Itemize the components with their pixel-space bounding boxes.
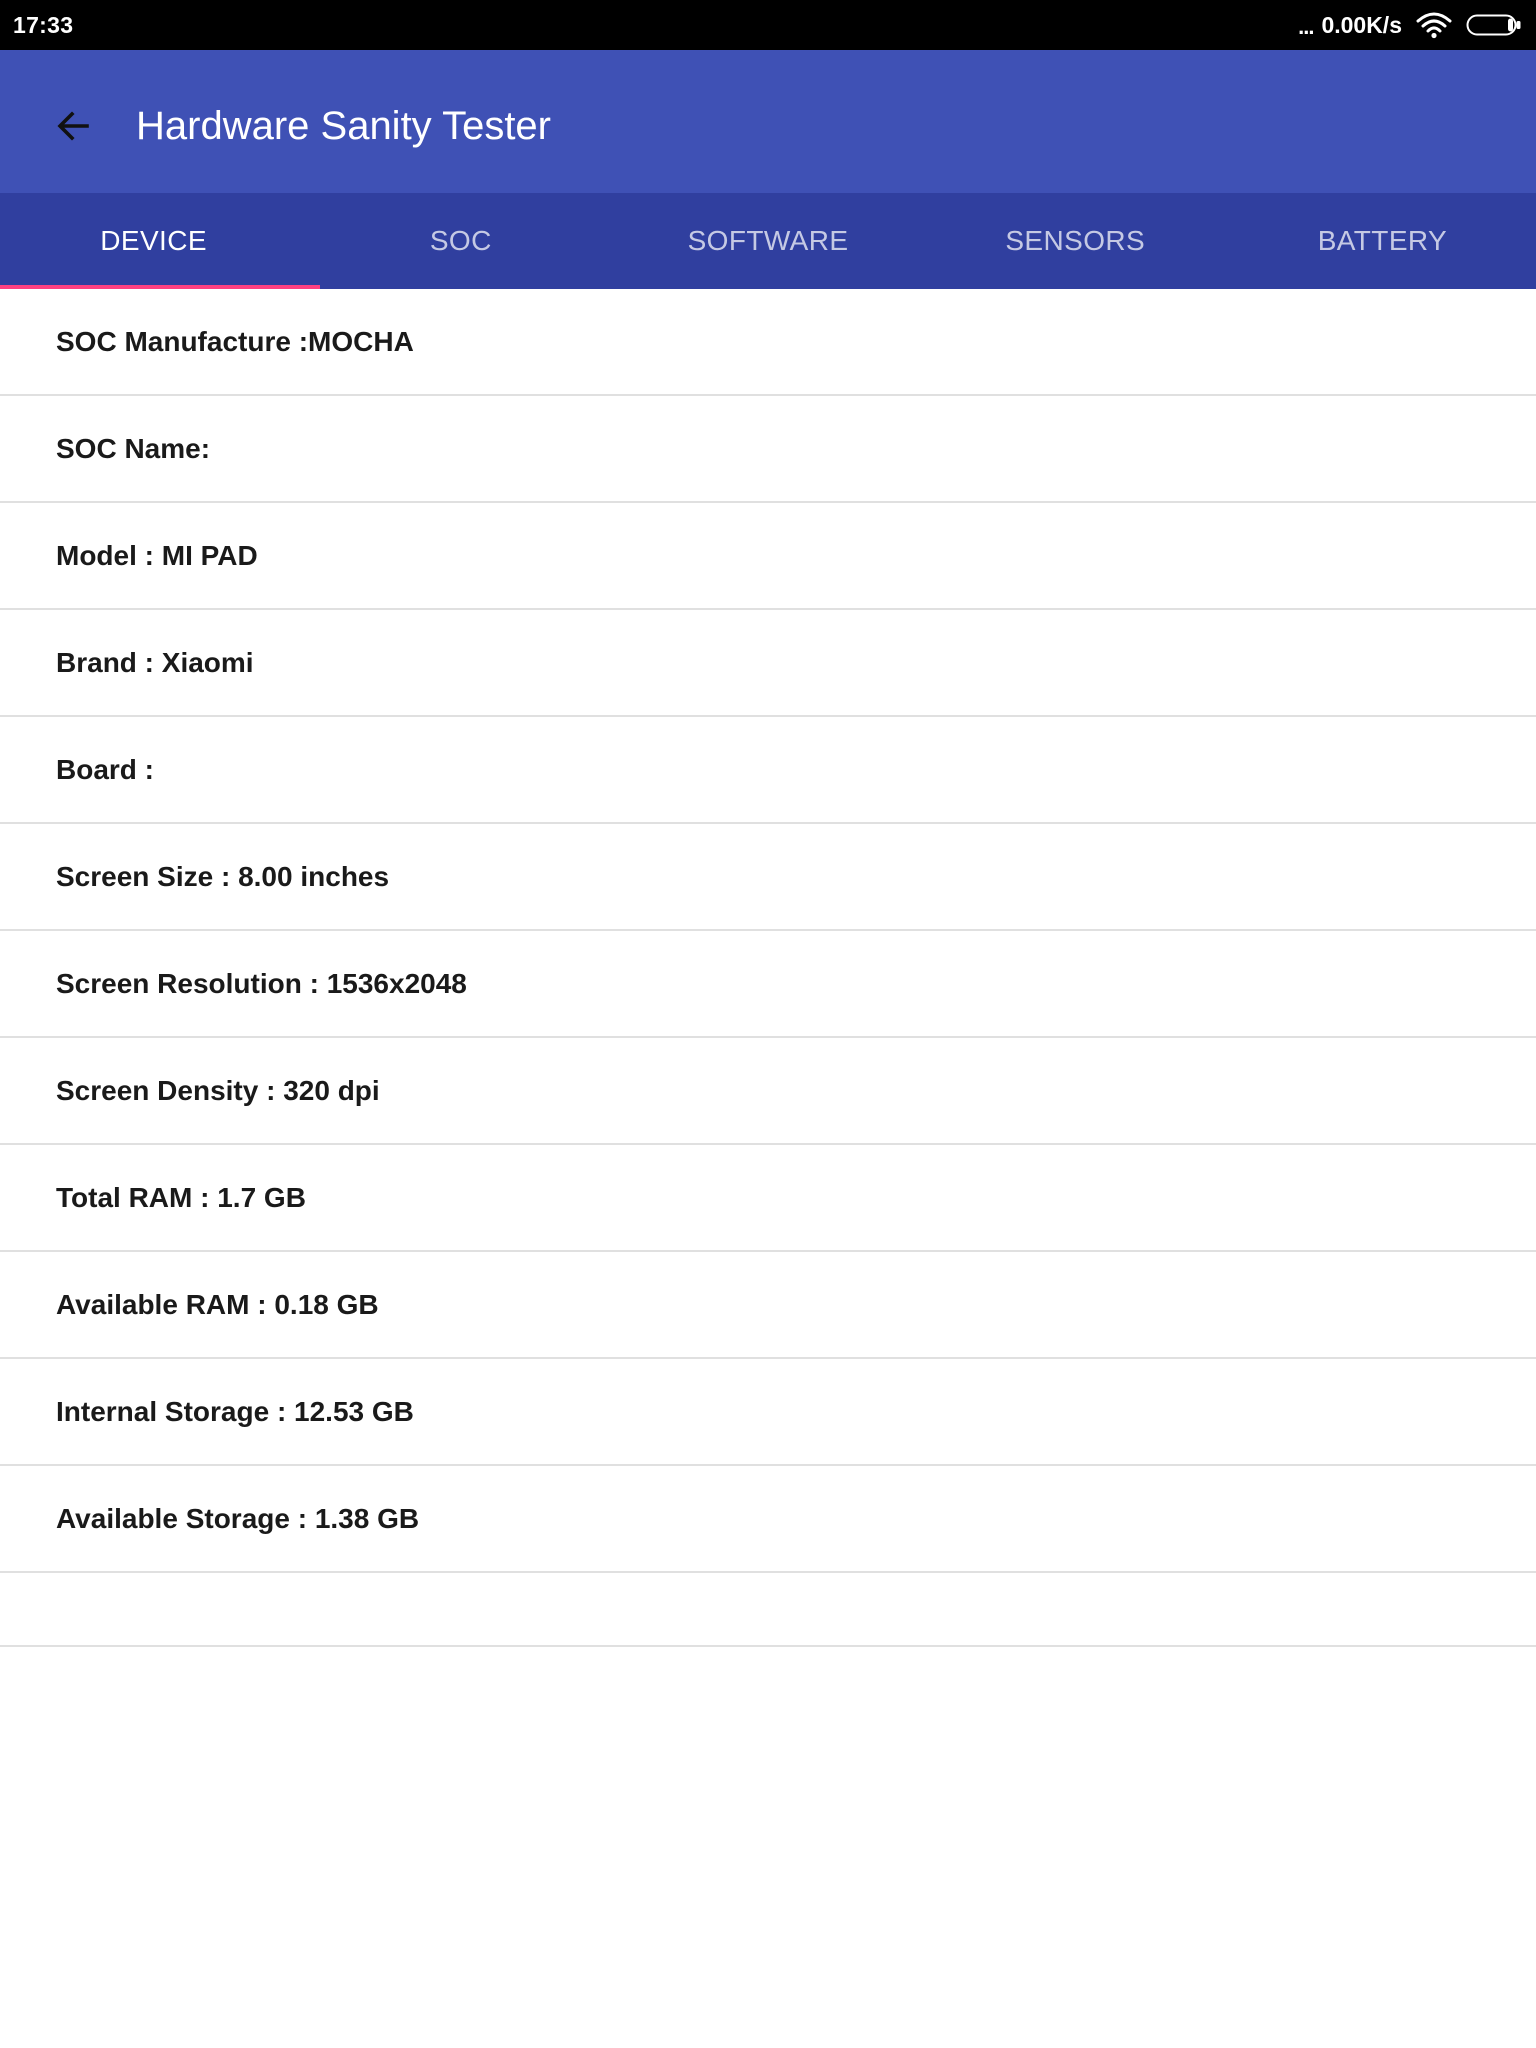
back-button[interactable]	[48, 101, 98, 151]
tab-battery[interactable]: BATTERY	[1229, 193, 1536, 289]
tab-soc[interactable]: SOC	[307, 193, 614, 289]
wifi-icon	[1416, 12, 1452, 39]
list-item: SOC Name:	[0, 396, 1536, 503]
tab-label: SOC	[429, 225, 492, 256]
status-bar: 17:33 ... 0.00K/s	[0, 0, 1536, 50]
status-dots: ...	[1298, 14, 1314, 39]
list-item: Screen Resolution : 1536x2048	[0, 931, 1536, 1038]
device-info-list: SOC Manufacture :MOCHA SOC Name: Model :…	[0, 289, 1536, 1647]
tab-software[interactable]: SOFTWARE	[614, 193, 921, 289]
list-item: Screen Density : 320 dpi	[0, 1038, 1536, 1145]
status-time: 17:33	[13, 11, 74, 38]
arrow-back-icon	[57, 111, 89, 141]
list-item: Screen Size : 8.00 inches	[0, 824, 1536, 931]
list-item: Internal Storage : 12.53 GB	[0, 1359, 1536, 1466]
tab-label: SENSORS	[1005, 225, 1146, 256]
list-item: Model : MI PAD	[0, 503, 1536, 610]
list-item: Available RAM : 0.18 GB	[0, 1252, 1536, 1359]
tab-sensors[interactable]: SENSORS	[922, 193, 1229, 289]
list-item-empty	[0, 1573, 1536, 1647]
list-item: Board :	[0, 717, 1536, 824]
app-title: Hardware Sanity Tester	[136, 104, 551, 148]
app-bar: Hardware Sanity Tester	[0, 50, 1536, 193]
list-item: Brand : Xiaomi	[0, 610, 1536, 717]
list-item: Available Storage : 1.38 GB	[0, 1466, 1536, 1573]
tab-label: BATTERY	[1317, 225, 1448, 256]
battery-icon	[1466, 14, 1521, 36]
network-speed: 0.00K/s	[1321, 11, 1402, 38]
tab-bar: DEVICE SOC SOFTWARE SENSORS BATTERY	[0, 193, 1536, 289]
tab-label: DEVICE	[100, 225, 207, 256]
list-item: SOC Manufacture :MOCHA	[0, 289, 1536, 396]
list-item: Total RAM : 1.7 GB	[0, 1145, 1536, 1252]
status-right: ... 0.00K/s	[1298, 10, 1522, 40]
tab-device[interactable]: DEVICE	[0, 193, 320, 289]
tab-label: SOFTWARE	[687, 225, 849, 256]
